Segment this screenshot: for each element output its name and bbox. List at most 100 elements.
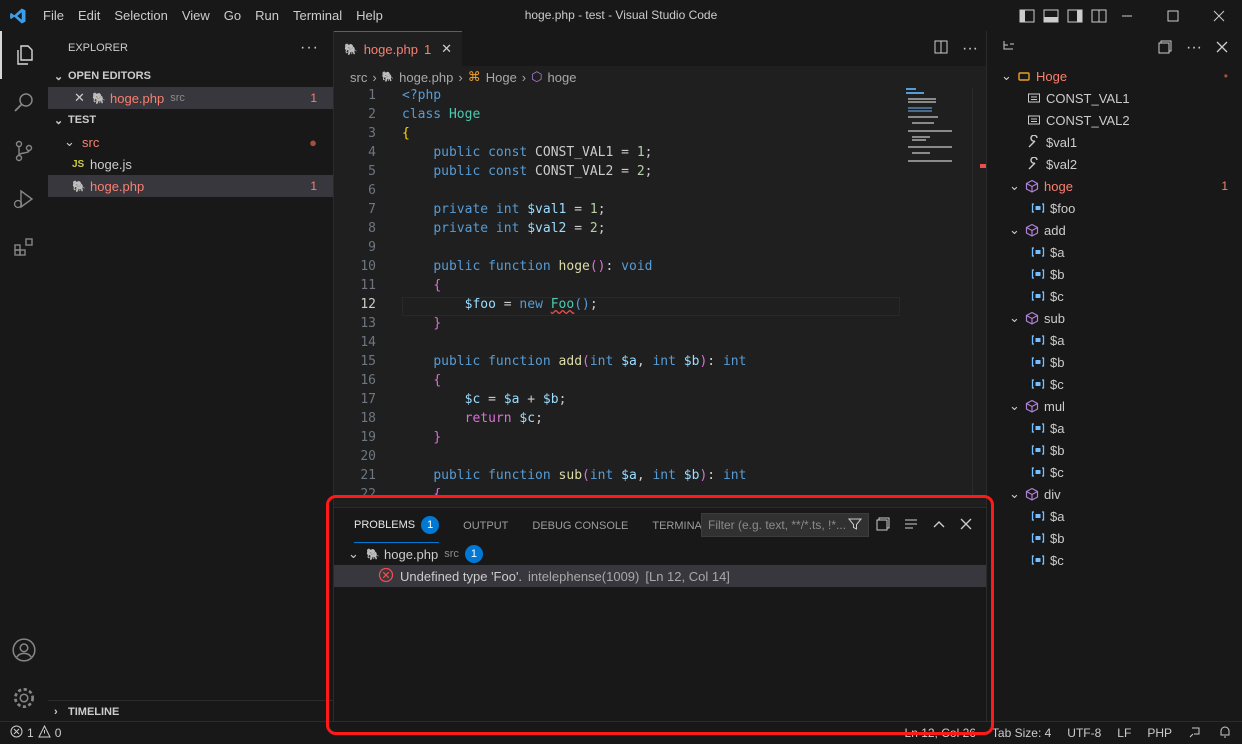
menu-item-selection[interactable]: Selection	[107, 0, 174, 31]
minimize-icon[interactable]	[1104, 0, 1150, 31]
language-mode[interactable]: PHP	[1147, 726, 1172, 740]
menu-item-run[interactable]: Run	[248, 0, 286, 31]
end-of-line[interactable]: LF	[1117, 726, 1131, 740]
problem-file-row[interactable]: ⌄ 🐘 hoge.php src 1	[334, 543, 986, 565]
code-editor[interactable]: 1 <?php 2 class Hoge 3 {4 public const CONST_…	[334, 88, 986, 498]
outline-item[interactable]: CONST_VAL2	[987, 109, 1242, 131]
close-window-icon[interactable]	[1196, 0, 1242, 31]
close-icon[interactable]	[1216, 41, 1228, 56]
outline-item[interactable]: $c	[987, 461, 1242, 483]
encoding[interactable]: UTF-8	[1067, 726, 1101, 740]
close-editor-icon[interactable]: ✕	[74, 90, 92, 106]
outline-item[interactable]: $a	[987, 505, 1242, 527]
minimap[interactable]	[904, 88, 974, 168]
search-icon[interactable]	[0, 79, 48, 127]
file-item-selected[interactable]: 🐘 hoge.php 1	[48, 175, 333, 197]
outline-item[interactable]: ⌄ Hoge •	[987, 65, 1242, 87]
toggle-panel-icon[interactable]	[1043, 9, 1059, 23]
filter-icon[interactable]	[847, 517, 863, 534]
menu-item-terminal[interactable]: Terminal	[286, 0, 349, 31]
outline-item[interactable]: ⌄ div	[987, 483, 1242, 505]
method-symbol-icon	[1025, 487, 1039, 501]
more-actions-icon[interactable]: ···	[1186, 39, 1202, 57]
outline-item[interactable]: $foo	[987, 197, 1242, 219]
toggle-primary-sidebar-icon[interactable]	[1019, 9, 1035, 23]
open-editor-dir: src	[170, 92, 185, 104]
breadcrumb-item[interactable]: hoge	[548, 70, 577, 85]
toggle-secondary-sidebar-icon[interactable]	[1067, 9, 1083, 23]
outline-item[interactable]: $b	[987, 439, 1242, 461]
outline-item[interactable]: $c	[987, 285, 1242, 307]
maximize-panel-icon[interactable]	[932, 517, 946, 534]
outline-view-icon[interactable]	[1001, 39, 1017, 58]
menu-item-go[interactable]: Go	[217, 0, 248, 31]
run-debug-icon[interactable]	[0, 175, 48, 223]
outline-item[interactable]: CONST_VAL1	[987, 87, 1242, 109]
account-icon[interactable]	[0, 626, 48, 674]
more-actions-icon[interactable]: ···	[962, 40, 978, 58]
src-folder[interactable]: ⌄ src ●	[48, 131, 333, 153]
outline-item[interactable]: $a	[987, 241, 1242, 263]
feedback-icon[interactable]	[1188, 725, 1202, 742]
outline-item[interactable]: $val2	[987, 153, 1242, 175]
code-line: {	[402, 126, 410, 141]
collapse-all-icon[interactable]	[876, 517, 890, 534]
maximize-icon[interactable]	[1150, 0, 1196, 31]
outline-item[interactable]: $b	[987, 527, 1242, 549]
tab-output[interactable]: OUTPUT	[463, 520, 508, 532]
outline-item[interactable]: ⌄ add	[987, 219, 1242, 241]
outline-item[interactable]: ⌄ hoge 1	[987, 175, 1242, 197]
outline-item[interactable]: ⌄ mul	[987, 395, 1242, 417]
outline-item[interactable]: $b	[987, 263, 1242, 285]
editor-scrollbar[interactable]	[972, 88, 986, 498]
notifications-bell-icon[interactable]	[1218, 725, 1232, 742]
chevron-down-icon[interactable]: ⌄	[1001, 68, 1017, 84]
close-tab-icon[interactable]: ✕	[441, 41, 452, 57]
folder-section[interactable]: ⌄ TEST	[48, 109, 333, 131]
outline-item[interactable]: $a	[987, 417, 1242, 439]
menu-item-view[interactable]: View	[175, 0, 217, 31]
problems-status[interactable]: 1 0	[0, 724, 61, 741]
outline-item[interactable]: $c	[987, 373, 1242, 395]
extensions-icon[interactable]	[0, 223, 48, 271]
source-control-icon[interactable]	[0, 127, 48, 175]
chevron-down-icon[interactable]: ⌄	[1009, 310, 1025, 326]
timeline-section[interactable]: › TIMELINE	[48, 700, 333, 722]
problems-filter-input[interactable]: Filter (e.g. text, **/*.ts, !*...	[701, 513, 869, 537]
collapse-all-icon[interactable]	[1158, 40, 1172, 57]
chevron-down-icon[interactable]: ⌄	[1009, 222, 1025, 238]
breadcrumb-item[interactable]: hoge.php	[399, 70, 453, 85]
bottom-panel: PROBLEMS 1 OUTPUT DEBUG CONSOLE TERMINAL…	[334, 507, 986, 721]
settings-gear-icon[interactable]	[0, 674, 48, 722]
outline-item[interactable]: ⌄ sub	[987, 307, 1242, 329]
tab-terminal[interactable]: TERMINAL	[652, 520, 708, 532]
tab-debug-console[interactable]: DEBUG CONSOLE	[532, 520, 628, 532]
outline-item[interactable]: $val1	[987, 131, 1242, 153]
open-editors-section[interactable]: ⌄ OPEN EDITORS	[48, 65, 333, 87]
outline-item[interactable]: $c	[987, 549, 1242, 571]
split-editor-icon[interactable]	[934, 40, 948, 57]
chevron-down-icon[interactable]: ⌄	[1009, 486, 1025, 502]
problem-row[interactable]: Undefined type 'Foo'. intelephense(1009)…	[334, 565, 986, 587]
menu-item-edit[interactable]: Edit	[71, 0, 107, 31]
explorer-icon[interactable]	[0, 31, 48, 79]
tab-size[interactable]: Tab Size: 4	[992, 726, 1051, 740]
breadcrumb-item[interactable]: src	[350, 70, 367, 85]
more-actions-icon[interactable]: ···	[300, 39, 319, 57]
chevron-down-icon[interactable]: ⌄	[1009, 178, 1025, 194]
menu-item-file[interactable]: File	[36, 0, 71, 31]
editor-tab-hoge-php[interactable]: 🐘 hoge.php 1 ✕	[334, 31, 463, 66]
outline-item[interactable]: $b	[987, 351, 1242, 373]
chevron-down-icon[interactable]: ⌄	[1009, 398, 1025, 414]
outline-problem-indicator: •	[1223, 69, 1228, 83]
outline-item[interactable]: $a	[987, 329, 1242, 351]
tab-problems[interactable]: PROBLEMS 1	[354, 508, 440, 543]
close-panel-icon[interactable]	[960, 518, 972, 533]
menu-item-help[interactable]: Help	[349, 0, 390, 31]
cursor-position[interactable]: Ln 12, Col 26	[905, 726, 976, 740]
file-item[interactable]: JS hoge.js	[48, 153, 333, 175]
breadcrumb-item[interactable]: Hoge	[486, 70, 517, 85]
outline-item-label: div	[1044, 486, 1061, 502]
view-as-list-icon[interactable]	[904, 517, 918, 534]
open-editor-item[interactable]: ✕ 🐘 hoge.php src 1	[48, 87, 333, 109]
